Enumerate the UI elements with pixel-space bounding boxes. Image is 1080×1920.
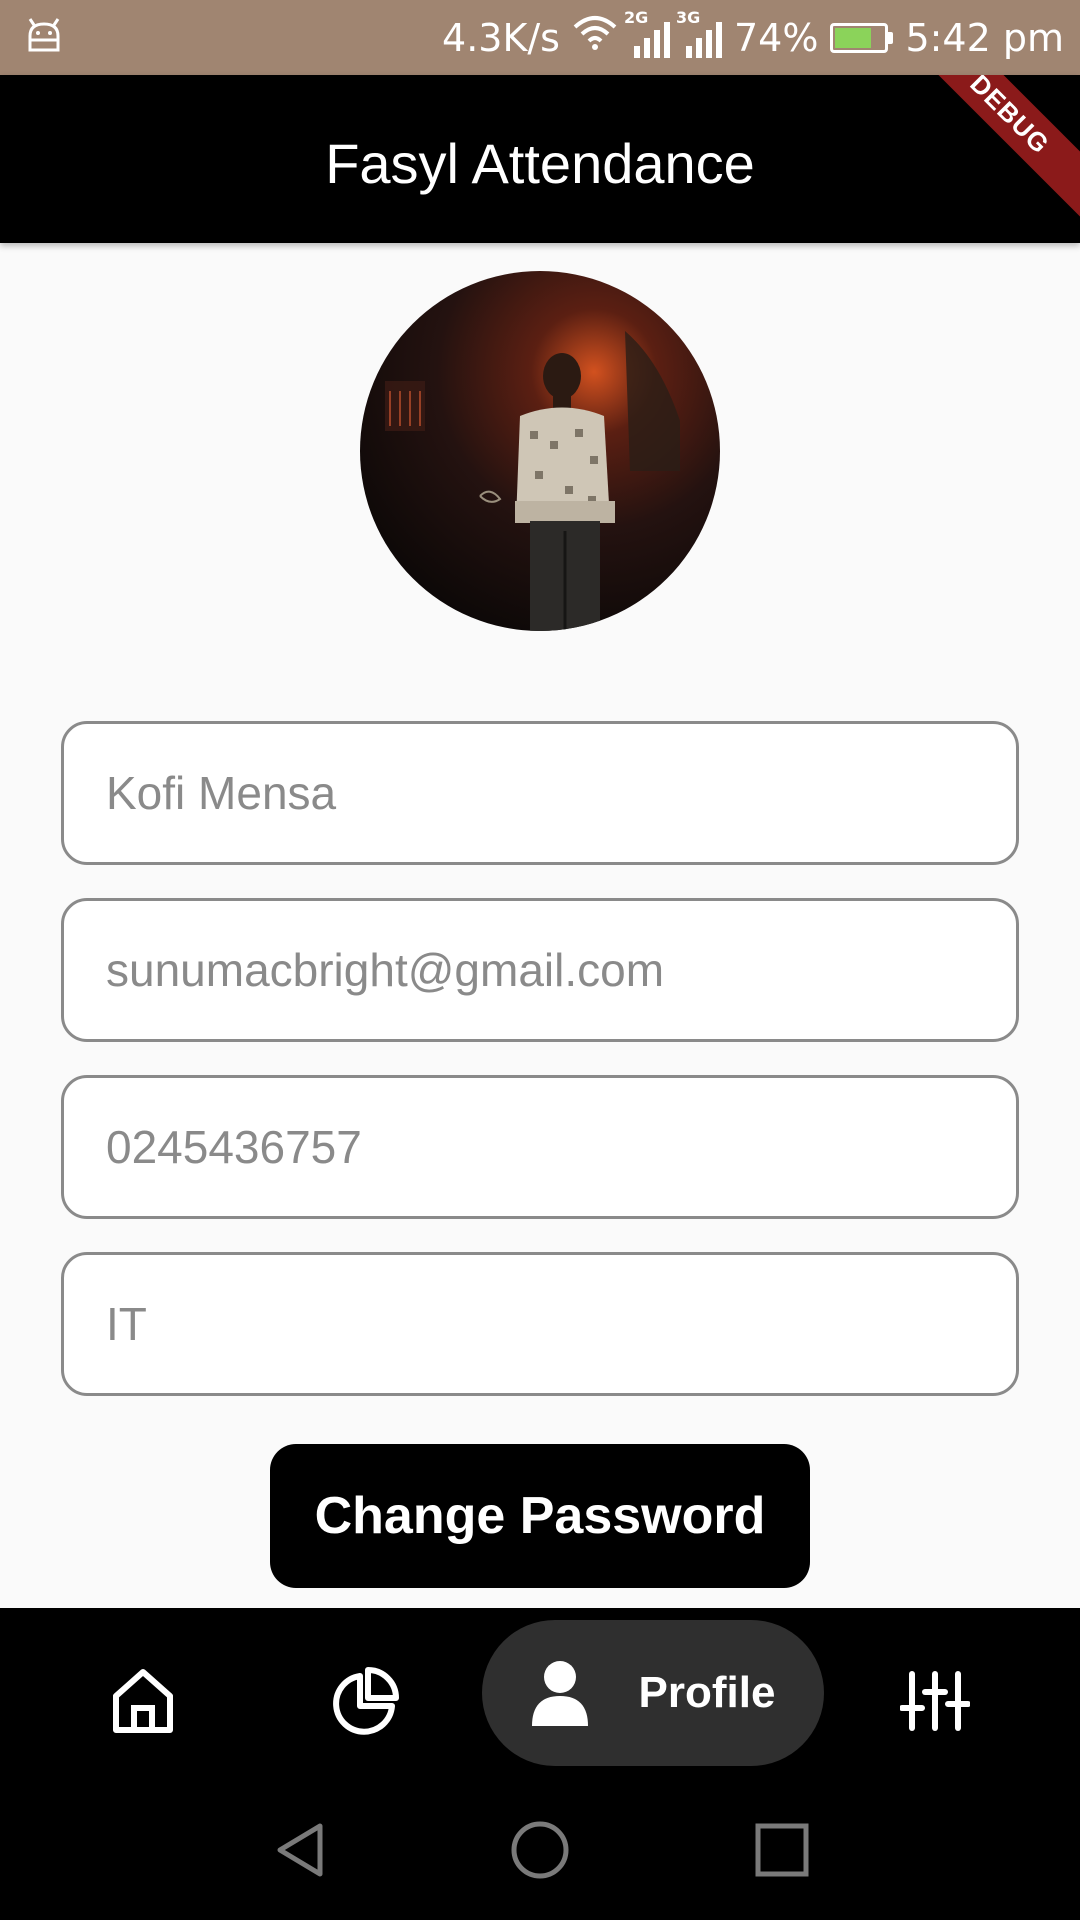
bottom-nav: Profile [0, 1608, 1080, 1780]
name-field[interactable] [61, 721, 1019, 865]
network-speed: 4.3K/s [442, 15, 560, 60]
nav-home[interactable] [100, 1658, 186, 1744]
battery-level: 74% [733, 15, 819, 60]
nav-stats[interactable] [322, 1658, 408, 1744]
wifi-icon [572, 15, 618, 60]
email-input[interactable] [106, 943, 1016, 997]
profile-photo [385, 331, 680, 631]
home-circle-icon [511, 1821, 569, 1879]
change-password-button[interactable]: Change Password [270, 1444, 810, 1588]
recents-icon [755, 1823, 809, 1877]
status-bar: 4.3K/s 2G 3G 74% 5:42 pm [0, 0, 1080, 75]
signal-icon: 2G [624, 8, 670, 58]
nav-settings[interactable] [892, 1658, 978, 1744]
person-icon [531, 1661, 588, 1726]
phone-field[interactable] [61, 1075, 1019, 1219]
phone-input[interactable] [106, 1120, 1016, 1174]
department-field[interactable] [61, 1252, 1019, 1396]
system-nav-bar [0, 1780, 1080, 1920]
android-icon [24, 18, 64, 59]
name-input[interactable] [106, 766, 1016, 820]
clock: 5:42 pm [905, 15, 1064, 60]
nav-profile[interactable]: Profile [482, 1620, 824, 1766]
status-indicators: 4.3K/s 2G 3G 74% 5:42 pm [442, 0, 1064, 75]
pie-chart-icon [333, 1667, 399, 1735]
system-home-button[interactable] [510, 1820, 570, 1880]
email-field[interactable] [61, 898, 1019, 1042]
battery-charging-icon [830, 22, 894, 53]
system-recents-button[interactable] [752, 1820, 812, 1880]
page-title: Fasyl Attendance [325, 132, 755, 195]
department-input[interactable] [106, 1297, 1016, 1351]
signal-icon: 3G [676, 8, 722, 58]
sliders-icon [900, 1671, 970, 1731]
nav-profile-label: Profile [638, 1668, 776, 1717]
app-bar: Fasyl Attendance DEBUG [0, 75, 1080, 243]
home-icon [113, 1669, 173, 1733]
system-back-button[interactable] [270, 1820, 330, 1880]
avatar[interactable] [360, 271, 720, 631]
back-icon [277, 1823, 323, 1877]
